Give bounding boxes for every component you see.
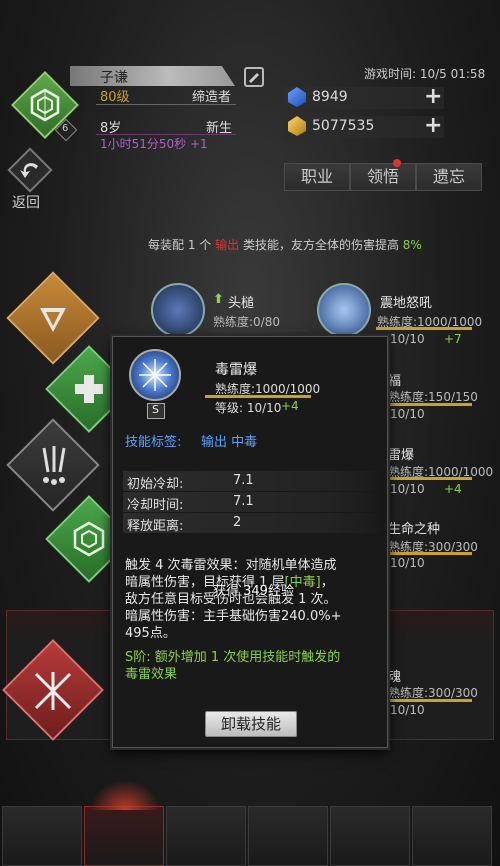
- notification-dot: [393, 159, 401, 167]
- bonus-text: 每装配 1 个 输出 类技能，友方全体的伤害提高 8%: [148, 236, 422, 253]
- skill-name-6: 魂: [388, 670, 402, 685]
- avatar-hex-icon: [30, 88, 60, 122]
- skill-bonus-4: +4: [444, 482, 462, 496]
- s-bonus-line-1: S阶: 额外增加 1 次使用技能时触发的: [125, 650, 341, 665]
- slot-6[interactable]: [412, 806, 492, 866]
- level-underline: [96, 104, 236, 105]
- name-bar: [70, 66, 235, 86]
- gem-row: [284, 87, 444, 109]
- skill-level-5: 10/10: [390, 556, 425, 570]
- popup-skill-name: 毒雷爆: [215, 362, 257, 378]
- skill-prof-bar-4: [386, 477, 472, 480]
- exp-gain-overlay: 获得 349经验: [213, 584, 294, 599]
- bonus-middle: 类技能，友方全体的伤害提高: [242, 238, 399, 252]
- skill-icon-roar[interactable]: [317, 283, 371, 337]
- tags-value: 输出 中毒: [201, 435, 258, 450]
- bonus-highlight: 输出: [215, 238, 240, 252]
- skill-prof-headbutt: 熟练度:0/80: [213, 315, 280, 329]
- rank-letter: S: [152, 403, 159, 416]
- skill-level-4: 10/10: [390, 482, 425, 496]
- life-timer: 1小时51分50秒 +1: [100, 137, 208, 151]
- stat-value-2: 7.1: [233, 494, 254, 509]
- skill-description: 触发 4 次毒雷效果：对随机单体造成 暗属性伤害，目标获得 1 层[中毒]， 敌…: [125, 557, 379, 642]
- edit-name-icon[interactable]: [244, 67, 264, 87]
- slot-2[interactable]: [84, 806, 164, 866]
- skill-prof-bar-5: [386, 552, 472, 555]
- skill-name-3: 福: [388, 374, 402, 389]
- gold-count: 5077535: [312, 118, 375, 134]
- claw-drops-icon: [42, 446, 66, 485]
- bonus-percent: 8%: [402, 238, 422, 252]
- skill-name-4: 雷爆: [388, 448, 415, 463]
- plus-cross-icon: [75, 375, 103, 403]
- player-title: 缔造者: [192, 90, 232, 105]
- skill-level-3: 10/10: [390, 407, 425, 421]
- skill-prof-bar-3: [386, 403, 472, 406]
- bonus-prefix: 每装配 1 个: [148, 238, 212, 252]
- slot-4[interactable]: [248, 806, 328, 866]
- shield-icon: [40, 308, 66, 332]
- slot-1[interactable]: [2, 806, 82, 866]
- skill-level-6: 10/10: [390, 703, 425, 717]
- desc-line-1: 触发 4 次毒雷效果：对随机单体造成: [125, 558, 337, 573]
- avatar-level: 6: [62, 123, 69, 134]
- add-gold-button[interactable]: +: [424, 115, 442, 137]
- tab-profession[interactable]: 职业: [284, 163, 350, 191]
- back-button[interactable]: 返回: [6, 147, 56, 211]
- skill-prof-bar-headbutt: [210, 330, 306, 331]
- player-name: 子谦: [100, 70, 128, 86]
- skill-bonus-roar: +7: [444, 332, 462, 346]
- crossed-swords-icon: [34, 672, 72, 710]
- popup-level-bonus: +4: [281, 399, 299, 413]
- player-level: 80级: [100, 90, 130, 105]
- slot-3[interactable]: [166, 806, 246, 866]
- s-rank-bonus: S阶: 额外增加 1 次使用技能时触发的 毒雷效果: [125, 649, 381, 683]
- skill-name-5: 生命之种: [388, 522, 441, 537]
- skill-detail-popup: S 毒雷爆 熟练度:1000/1000 等级: 10/10 +4 技能标签: 输…: [112, 336, 388, 748]
- stat-value-1: 7.1: [233, 473, 254, 488]
- tags-label: 技能标签:: [125, 435, 182, 450]
- stat-value-3: 2: [233, 515, 242, 530]
- add-gems-button[interactable]: +: [424, 86, 442, 108]
- slot-5[interactable]: [330, 806, 410, 866]
- s-bonus-line-2: 毒雷效果: [125, 667, 178, 682]
- stat-label-2: 冷却时间:: [127, 498, 184, 513]
- tab-forget[interactable]: 遗忘: [416, 163, 482, 191]
- unload-skill-button[interactable]: 卸载技能: [205, 711, 297, 737]
- game-time: 游戏时间: 10/5 01:58: [364, 67, 486, 81]
- lightning-burst-icon: [139, 359, 171, 391]
- desc-tail: ，: [320, 575, 334, 590]
- tab-comprehend[interactable]: 领悟: [350, 163, 416, 191]
- stat-label-1: 初始冷却:: [127, 477, 184, 492]
- skill-prof-bar-roar: [376, 327, 472, 330]
- skill-prof-bar-6: [386, 699, 472, 702]
- back-arrow-icon: [20, 163, 38, 178]
- skill-name-headbutt: 头槌: [228, 296, 255, 311]
- hex-icon: [73, 521, 105, 557]
- popup-level: 等级: 10/10: [215, 401, 282, 415]
- stat-label-3: 释放距离:: [127, 519, 184, 534]
- popup-prof-bar: [205, 395, 311, 398]
- back-label: 返回: [12, 195, 40, 211]
- desc-line-4: 暗属性伤害：主手基础伤害240.0%+: [125, 609, 342, 624]
- desc-line-5: 495点。: [125, 626, 176, 641]
- skill-level-roar: 10/10: [390, 332, 425, 346]
- gem-count: 8949: [312, 89, 348, 105]
- skill-icon-headbutt[interactable]: [151, 283, 205, 337]
- skill-name-roar: 震地怒吼: [380, 296, 433, 311]
- up-arrow-icon: ⬆: [213, 292, 224, 307]
- slot-flame-icon: [90, 780, 160, 810]
